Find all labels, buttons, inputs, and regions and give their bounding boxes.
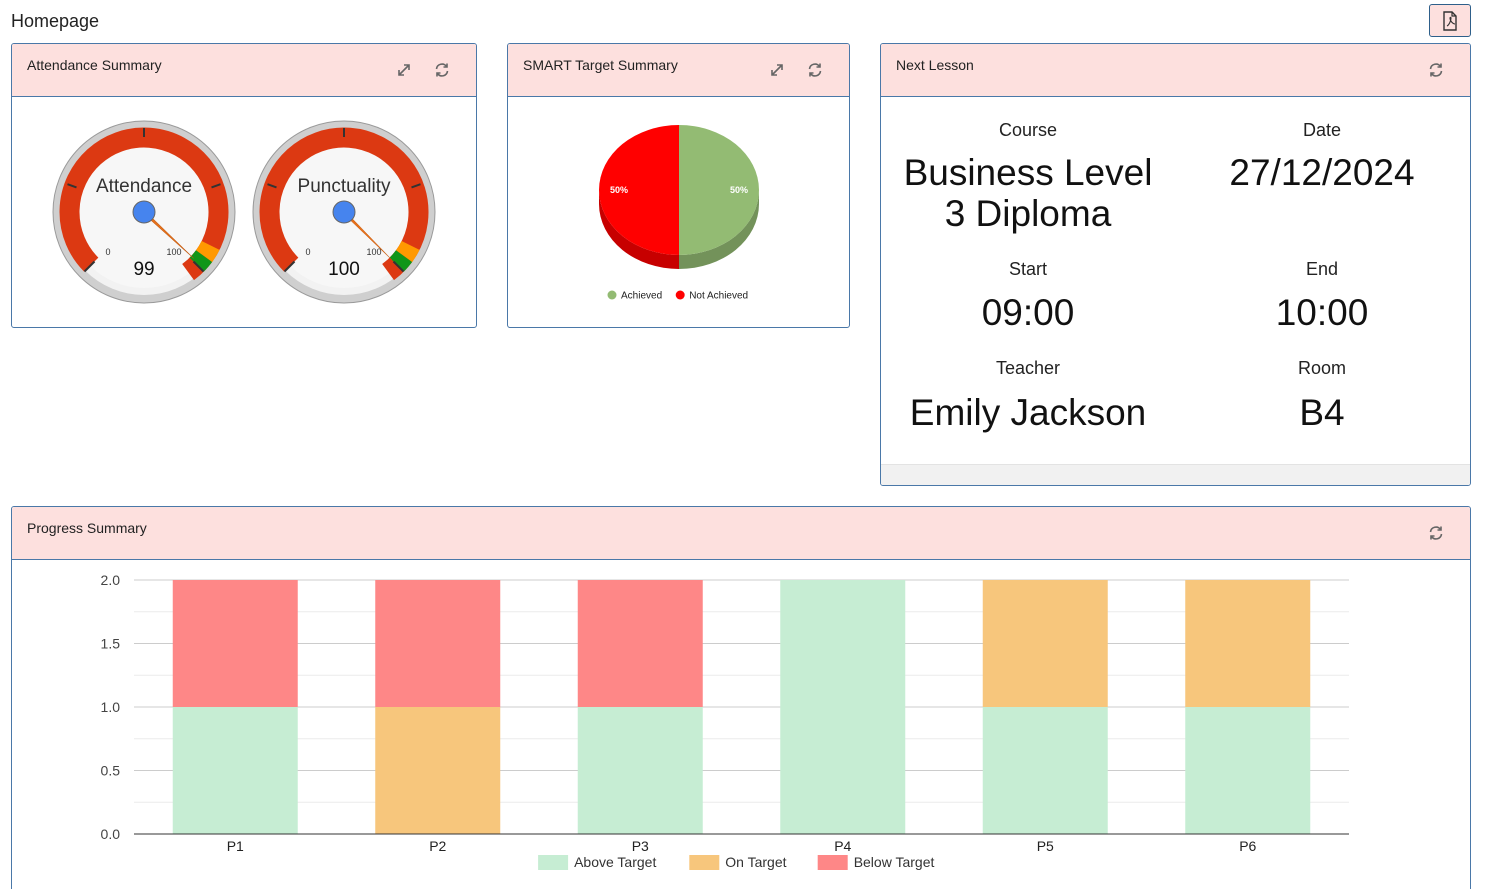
bar-on-target[interactable] (1185, 580, 1311, 707)
x-tick-label: P6 (1239, 838, 1256, 854)
y-tick-label: 0.0 (101, 826, 121, 842)
progress-bar-chart: 0.0 0.5 1.0 1.5 2.0 P1 P2 P3 P4 P5 P6 Above Target O… (101, 572, 1349, 870)
gauge-min: 0 (105, 247, 110, 257)
panel-title: SMART Target Summary (523, 57, 678, 73)
legend-swatch (689, 855, 720, 870)
progress-summary-panel: Progress Summary 0.0 0.5 1.0 1.5 2.0 P1 P2 P3 P4… (11, 506, 1471, 889)
y-tick-label: 1.0 (101, 699, 121, 715)
gauges-area: Attendance 0 100 99 Punctuality 0 100 10… (52, 120, 436, 304)
date-field: Date 27/12/2024 (1175, 120, 1469, 193)
teacher-label: Teacher (995, 358, 1061, 378)
room-field: Room B4 (1175, 358, 1469, 433)
smart-target-summary-panel: SMART Target Summary 50% 50% Achieved Not A… (507, 43, 850, 328)
start-value: 09:00 (981, 292, 1075, 333)
gauge-max: 100 (366, 247, 381, 257)
attendance-gauge: Attendance 0 100 99 (52, 120, 236, 304)
bar-above-target[interactable] (1185, 707, 1311, 834)
panel-header: Progress Summary (12, 507, 1470, 560)
legend-label: Not Achieved (689, 291, 748, 302)
punctuality-gauge: Punctuality 0 100 100 (252, 120, 436, 304)
y-tick-label: 2.0 (101, 572, 121, 588)
attendance-summary-panel: Attendance Summary Attendance 0 100 99 P… (11, 43, 477, 328)
x-tick-label: P4 (834, 838, 851, 854)
teacher-value: Emily Jackson (909, 392, 1147, 433)
refresh-icon[interactable] (1427, 524, 1445, 542)
teacher-field: Teacher Emily Jackson (881, 358, 1175, 433)
gauge-value: 99 (133, 259, 154, 280)
end-value: 10:00 (1275, 292, 1369, 333)
date-label: Date (1302, 120, 1342, 140)
panel-title: Progress Summary (27, 520, 147, 536)
gauge-label: Attendance (96, 176, 192, 197)
pie-slice-label: 50% (730, 185, 748, 195)
x-tick-label: P1 (227, 838, 244, 854)
legend-label: Below Target (854, 854, 935, 870)
legend-label: Above Target (574, 854, 656, 870)
legend-marker (607, 290, 617, 300)
end-label: End (1305, 259, 1339, 279)
expand-icon[interactable] (768, 61, 786, 79)
end-field: End 10:00 (1175, 259, 1469, 333)
bar-below-target[interactable] (577, 580, 703, 707)
expand-icon[interactable] (395, 61, 413, 79)
bar-above-target[interactable] (982, 707, 1108, 834)
panel-header: Attendance Summary (12, 44, 476, 97)
date-value: 27/12/2024 (1229, 152, 1415, 193)
legend-label: On Target (725, 854, 786, 870)
start-field: Start 09:00 (881, 259, 1175, 333)
panel-header: SMART Target Summary (508, 44, 849, 97)
y-tick-label: 1.5 (101, 636, 121, 652)
gauge-min: 0 (305, 247, 310, 257)
refresh-icon[interactable] (433, 61, 451, 79)
panel-title: Next Lesson (896, 57, 974, 73)
next-lesson-panel: Next Lesson Course Business Level 3 Dipl… (880, 43, 1471, 486)
course-value-line2: 3 Diploma (944, 193, 1112, 234)
legend-swatch (817, 855, 848, 870)
panel-title: Attendance Summary (27, 57, 162, 73)
y-tick-label: 0.5 (101, 763, 121, 779)
refresh-icon[interactable] (806, 61, 824, 79)
panel-footer (881, 464, 1470, 485)
course-label: Course (998, 120, 1058, 140)
homepage: Homepage Attendance Summary Attendance 0… (0, 0, 1488, 889)
bar-above-target[interactable] (577, 707, 703, 834)
export-pdf-button[interactable] (1429, 4, 1471, 37)
x-tick-label: P3 (632, 838, 649, 854)
refresh-icon[interactable] (1427, 61, 1445, 79)
course-value-line1: Business Level (903, 152, 1153, 193)
bar-above-target[interactable] (172, 707, 298, 834)
room-label: Room (1297, 358, 1346, 378)
legend-label: Achieved (621, 291, 662, 302)
x-tick-label: P5 (1037, 838, 1054, 854)
course-field: Course Business Level 3 Diploma (881, 120, 1175, 234)
bar-below-target[interactable] (375, 580, 501, 707)
bar-below-target[interactable] (172, 580, 298, 707)
pdf-file-icon (1443, 10, 1457, 31)
start-label: Start (1008, 259, 1047, 279)
page-title: Homepage (11, 11, 100, 31)
gauge-label: Punctuality (298, 176, 391, 197)
gauge-value: 100 (328, 259, 360, 280)
panel-header: Next Lesson (881, 44, 1470, 97)
gauge-max: 100 (166, 247, 181, 257)
smart-pie-chart: 50% 50% Achieved Not Achieved (599, 125, 759, 302)
bar-above-target[interactable] (780, 580, 906, 834)
pie-slice-label: 50% (610, 185, 628, 195)
room-value: B4 (1299, 392, 1345, 433)
bar-on-target[interactable] (375, 707, 501, 834)
legend-swatch (538, 855, 569, 870)
bar-on-target[interactable] (982, 580, 1108, 707)
legend-marker (675, 290, 685, 300)
x-tick-label: P2 (429, 838, 446, 854)
